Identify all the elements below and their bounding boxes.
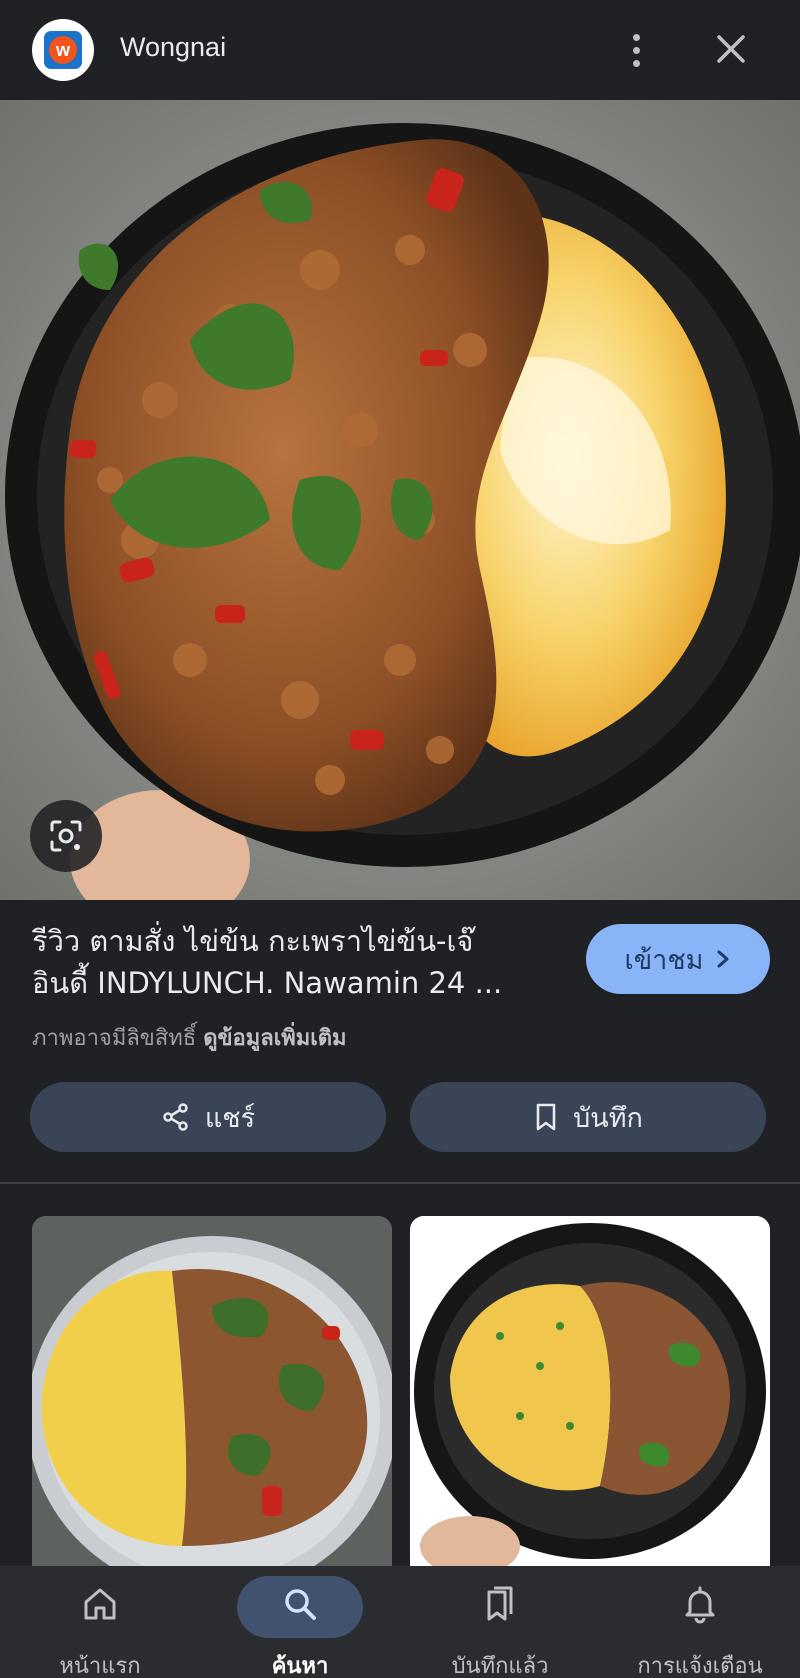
nav-home-label: หน้าแรก [59, 1654, 141, 1678]
related-image-2[interactable] [410, 1216, 770, 1566]
related-food-photo-2 [410, 1216, 770, 1566]
copyright-notice: ภาพอาจมีลิขสิทธิ์ ดูข้อมูลเพิ่มเติม [32, 1020, 347, 1055]
more-options-icon[interactable] [616, 26, 656, 74]
share-label: แชร์ [204, 1102, 256, 1134]
nav-home[interactable]: หน้าแรก [0, 1566, 200, 1678]
save-button[interactable]: บันทึก [410, 1082, 766, 1152]
related-food-photo-1 [32, 1216, 392, 1566]
result-image[interactable] [0, 100, 800, 900]
visit-label: เข้าชม [624, 944, 704, 976]
site-name[interactable]: Wongnai [120, 32, 226, 63]
nav-saved[interactable]: บันทึกแล้ว [400, 1566, 600, 1678]
bell-icon [685, 1586, 715, 1624]
nav-saved-label: บันทึกแล้ว [451, 1654, 549, 1678]
logo-letter: w [49, 36, 77, 64]
logo-badge: w [44, 31, 82, 69]
nav-search[interactable]: ค้นหา [200, 1566, 400, 1678]
chevron-right-icon [717, 950, 729, 968]
section-divider [0, 1182, 800, 1184]
close-icon[interactable] [710, 28, 752, 70]
bookmark-icon [536, 1103, 556, 1131]
lens-icon [50, 820, 82, 852]
wongnai-logo[interactable]: w [32, 19, 94, 81]
related-image-1[interactable] [32, 1216, 392, 1566]
result-title-line-2: อินดี้ INDYLUNCH. Nawamin 24 ... [32, 966, 503, 1000]
result-title-line-1: รีวิว ตามสั่ง ไข่ข้น กะเพราไข่ข้น-เจ๊ [32, 924, 474, 958]
share-button[interactable]: แชร์ [30, 1082, 386, 1152]
share-icon [163, 1103, 188, 1131]
google-lens-button[interactable] [30, 800, 102, 872]
result-title[interactable]: รีวิว ตามสั่ง ไข่ข้น กะเพราไข่ข้น-เจ๊ อิ… [32, 920, 552, 1004]
nav-notifications[interactable]: การแจ้งเตือน [600, 1566, 800, 1678]
rights-text: ภาพอาจมีลิขสิทธิ์ [32, 1026, 197, 1051]
search-icon [285, 1589, 316, 1620]
home-icon [84, 1588, 116, 1620]
nav-notifications-label: การแจ้งเตือน [637, 1654, 763, 1678]
save-label: บันทึก [573, 1102, 643, 1134]
bottom-navigation: หน้าแรก ค้นหา บันทึกแล้ว การแจ้งเตือน [0, 1566, 800, 1678]
nav-search-label: ค้นหา [271, 1654, 329, 1678]
saved-icon [487, 1586, 513, 1621]
visit-button[interactable]: เข้าชม [586, 924, 770, 994]
food-bowl-photo [0, 100, 800, 900]
more-info-link[interactable]: ดูข้อมูลเพิ่มเติม [203, 1026, 346, 1051]
top-bar: w Wongnai [0, 0, 800, 100]
